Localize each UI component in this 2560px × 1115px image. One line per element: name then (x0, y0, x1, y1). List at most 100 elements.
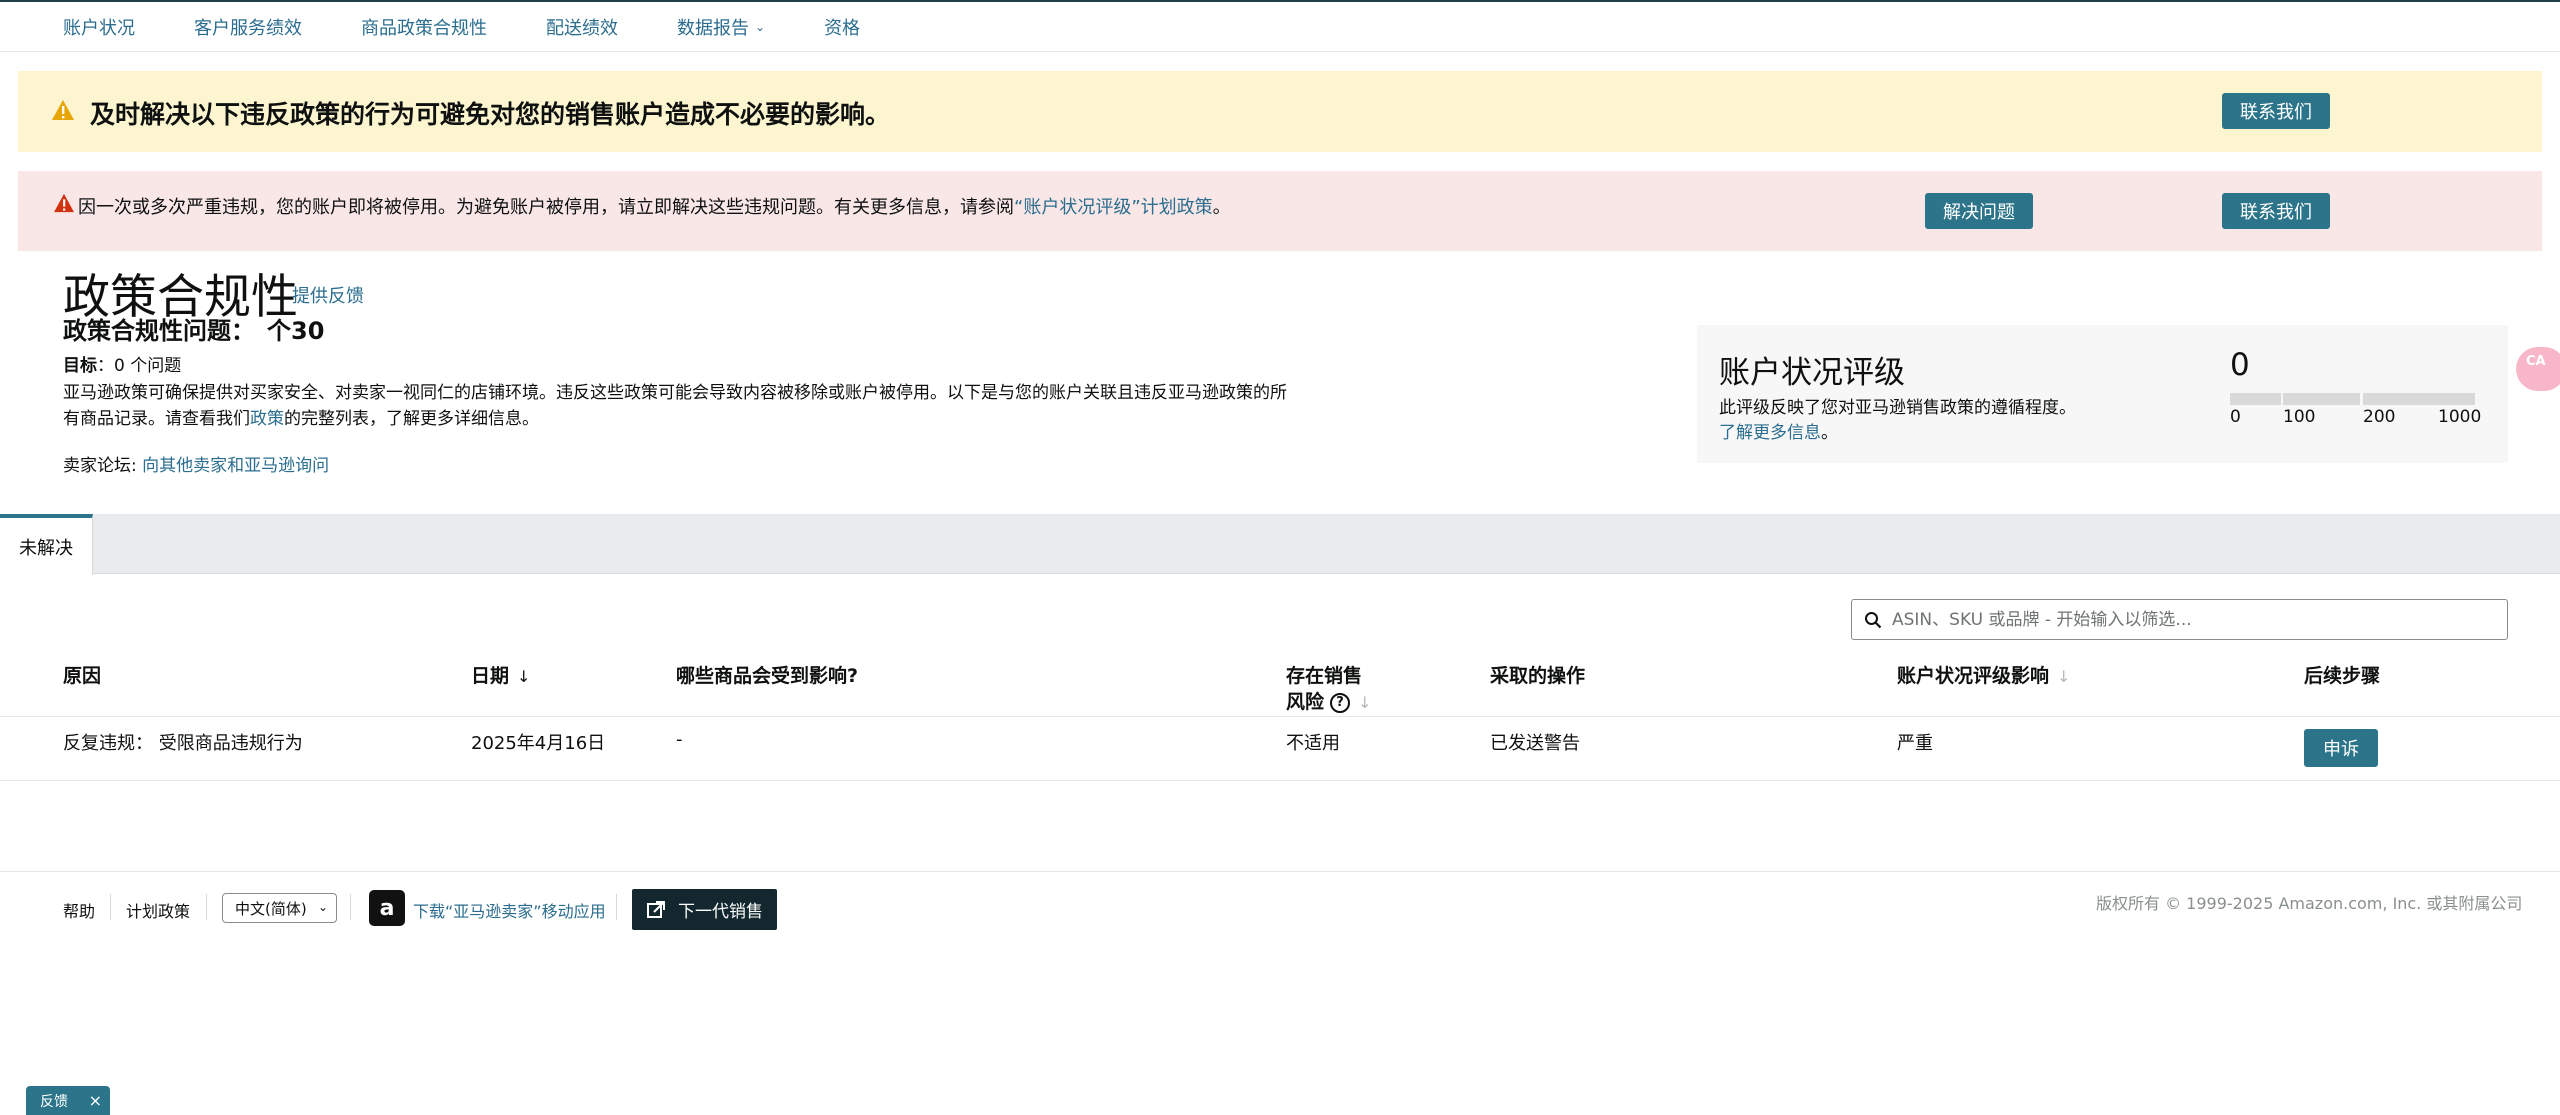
nav-shipping-performance[interactable]: 配送绩效 (546, 14, 618, 40)
warning-banner: 及时解决以下违反政策的行为可避免对您的销售账户造成不必要的影响。 联系我们 (18, 71, 2542, 152)
table-divider (0, 780, 2560, 781)
col-header-sales-risk[interactable]: 存在销售风险? ↓ (1286, 663, 1371, 716)
rating-tick: 1000 (2438, 407, 2482, 427)
seller-forum: 卖家论坛: 向其他卖家和亚马逊询问 (63, 451, 329, 476)
help-icon[interactable]: ? (1330, 692, 1351, 713)
resolve-issues-button[interactable]: 解决问题 (1925, 193, 2033, 229)
warning-icon (52, 100, 74, 120)
row-date: 2025年4月16日 (471, 733, 606, 754)
sort-icon: ↓ (2057, 667, 2071, 686)
help-link[interactable]: 帮助 (63, 898, 95, 922)
nav-label: 账户状况 (63, 17, 135, 39)
footer-separator (616, 894, 617, 920)
policy-description: 亚马逊政策可确保提供对买家安全、对卖家一视同仁的店铺环境。违反这些政策可能会导致… (63, 380, 1293, 432)
nav-label: 资格 (824, 17, 861, 39)
program-policies-link[interactable]: 计划政策 (126, 898, 190, 922)
target-label: 目标 (63, 356, 97, 376)
col-header-date[interactable]: 日期 ↓ (471, 663, 530, 690)
next-gen-label: 下一代销售 (678, 902, 763, 922)
rating-segment-low (2230, 393, 2281, 405)
description-text-2: 的完整列表，了解更多详细信息。 (284, 409, 539, 429)
footer-separator (206, 894, 207, 920)
download-app-link[interactable]: 下载“亚马逊卖家”移动应用 (413, 898, 606, 922)
close-icon[interactable]: × (89, 1091, 102, 1110)
row-impact: 严重 (1897, 733, 1933, 754)
error-banner: 因一次或多次严重违规，您的账户即将被停用。为避免账户被停用，请立即解决这些违规问… (18, 171, 2542, 251)
rating-value: 0 (2230, 347, 2250, 383)
nav-customer-service[interactable]: 客户服务绩效 (194, 14, 302, 40)
amazon-app-icon[interactable]: a (369, 890, 405, 926)
issues-count: 个30 (267, 317, 325, 345)
provide-feedback-link[interactable]: 提供反馈 (292, 282, 364, 308)
rating-learn-more: 了解更多信息。 (1719, 418, 1838, 443)
copyright: 版权所有 © 1999-2025 Amazon.com, Inc. 或其附属公司 (2096, 894, 2523, 913)
warning-title: 及时解决以下违反政策的行为可避免对您的销售账户造成不必要的影响。 (90, 100, 891, 129)
nav-label: 配送绩效 (546, 17, 618, 39)
rating-tick: 200 (2363, 407, 2396, 427)
risk-label-1: 存在销售 (1286, 665, 1363, 687)
appeal-button[interactable]: 申诉 (2304, 729, 2378, 767)
error-suffix: 。 (1212, 197, 1231, 218)
col-header-next-steps: 后续步骤 (2304, 665, 2381, 687)
row-risk: 不适用 (1286, 733, 1340, 754)
description-text: 亚马逊政策可确保提供对买家安全、对卖家一视同仁的店铺环境。违反这些政策可能会导致… (63, 383, 1287, 429)
col-header-affected: 哪些商品会受到影响? (676, 665, 859, 687)
translate-badge[interactable]: CA (2516, 347, 2560, 391)
target-line: 目标：0 个问题 (63, 351, 181, 376)
error-message: 因一次或多次严重违规，您的账户即将被停用。为避免账户被停用，请立即解决这些违规问… (78, 193, 1231, 219)
learn-more-link[interactable]: 了解更多信息 (1719, 423, 1821, 443)
external-link-icon (647, 900, 665, 918)
next-gen-selling-button[interactable]: 下一代销售 (632, 889, 777, 930)
col-header-action: 采取的操作 (1490, 665, 1586, 687)
footer-separator (350, 894, 351, 920)
rating-scale-bar (2230, 393, 2475, 405)
nav-label: 数据报告 (677, 17, 749, 39)
account-health-policy-link[interactable]: “账户状况评级”计划政策 (1014, 197, 1213, 218)
learn-more-suffix: 。 (1821, 423, 1838, 443)
rating-description: 此评级反映了您对亚马逊销售政策的遵循程度。 (1719, 398, 2076, 418)
rating-segment-high (2363, 393, 2475, 405)
rating-tick: 100 (2283, 407, 2316, 427)
nav-label: 客户服务绩效 (194, 17, 302, 39)
language-value: 中文(简体) (235, 899, 307, 918)
nav-label: 商品政策合规性 (361, 17, 487, 39)
forum-label: 卖家论坛: (63, 456, 137, 476)
row-affected: - (676, 729, 683, 750)
footer-separator (110, 894, 111, 920)
footer-divider (0, 871, 2560, 872)
ask-sellers-link[interactable]: 向其他卖家和亚马逊询问 (142, 456, 329, 476)
policies-link[interactable]: 政策 (250, 409, 284, 429)
contact-us-button[interactable]: 联系我们 (2222, 93, 2330, 129)
search-icon (1865, 611, 1882, 628)
alert-icon (54, 193, 74, 213)
language-select[interactable]: 中文(简体) ⌄ (222, 893, 337, 923)
rating-tick: 0 (2230, 407, 2241, 427)
col-header-impact[interactable]: 账户状况评级影响 ↓ (1897, 663, 2070, 690)
row-action: 已发送警告 (1490, 733, 1580, 754)
nav-account-health[interactable]: 账户状况 (63, 14, 135, 40)
sort-icon: ↓ (1358, 693, 1372, 712)
nav-data-reports[interactable]: 数据报告 ⌄ (677, 14, 765, 40)
rating-segment-mid (2283, 393, 2360, 405)
table-divider (0, 716, 2560, 717)
top-nav: 账户状况 客户服务绩效 商品政策合规性 配送绩效 数据报告 ⌄ 资格 (0, 2, 2560, 52)
account-health-rating-card: 账户状况评级 此评级反映了您对亚马逊销售政策的遵循程度。 了解更多信息。 0 0… (1697, 325, 2508, 463)
search-box (1851, 599, 2508, 640)
sort-down-icon: ↓ (517, 667, 531, 686)
violation-reason-link[interactable]: 反复违规： 受限商品违规行为 (63, 729, 303, 755)
nav-eligibility[interactable]: 资格 (824, 14, 860, 40)
tab-unresolved[interactable]: 未解决 (0, 514, 93, 575)
col-header-reason: 原因 (63, 665, 102, 687)
feedback-tab[interactable]: 反馈 × (26, 1086, 110, 1115)
date-label: 日期 (471, 665, 510, 687)
contact-us-button-2[interactable]: 联系我们 (2222, 193, 2330, 229)
chevron-down-icon: ⌄ (317, 900, 328, 914)
feedback-label: 反馈 (40, 1093, 68, 1110)
nav-policy-compliance[interactable]: 商品政策合规性 (361, 14, 487, 40)
error-text: 因一次或多次严重违规，您的账户即将被停用。为避免账户被停用，请立即解决这些违规问… (78, 197, 1014, 218)
risk-label-2: 风险 (1286, 691, 1325, 713)
issues-heading: 政策合规性问题： 个30 (63, 311, 324, 346)
tabs-bar: 未解决 (0, 514, 2560, 575)
search-input[interactable] (1892, 609, 2492, 630)
rating-title: 账户状况评级 (1719, 355, 1905, 391)
